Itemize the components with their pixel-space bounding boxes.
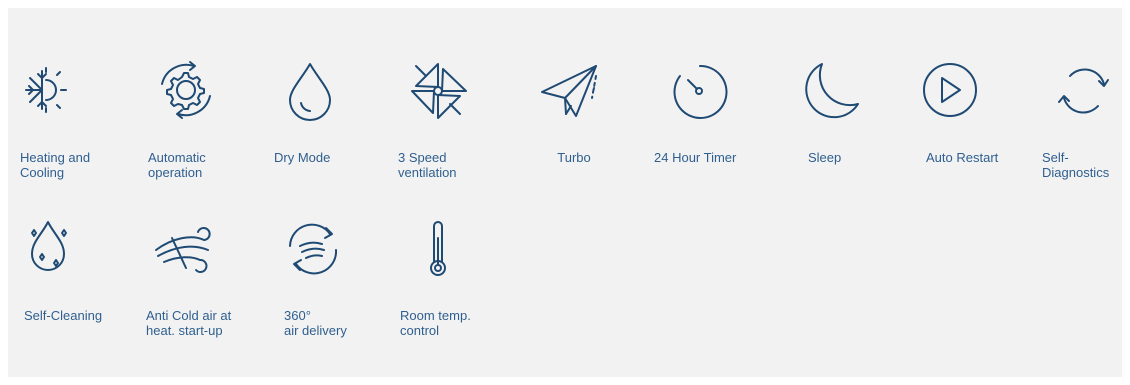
- air-delivery-360-icon: [260, 216, 380, 286]
- auto-restart-icon: [892, 58, 1012, 128]
- heating-cooling-icon: [12, 58, 132, 128]
- automatic-operation-icon: [138, 58, 258, 128]
- feature-label: Turbo: [557, 150, 591, 165]
- feature-label: Sleep: [808, 150, 842, 165]
- features-panel: Heating and Cooling Automatic operation …: [8, 8, 1122, 377]
- feature-label: Automatic operation: [148, 150, 206, 180]
- feature-label: Self-Cleaning: [24, 308, 103, 323]
- thermometer-icon: [386, 216, 506, 286]
- three-speed-ventilation-icon: [386, 58, 506, 128]
- turbo-icon: [510, 58, 630, 128]
- timer-icon: [640, 58, 760, 128]
- feature-label: Dry Mode: [274, 150, 331, 165]
- feature-label: Auto Restart: [926, 150, 999, 165]
- feature-label: Heating and Cooling: [20, 150, 91, 180]
- feature-label: Room temp. control: [400, 308, 471, 338]
- self-cleaning-icon: [12, 216, 132, 286]
- self-diagnostics-icon: [1018, 58, 1130, 128]
- feature-label: 360° air delivery: [284, 308, 347, 338]
- feature-label: Self- Diagnostics: [1042, 150, 1110, 180]
- feature-label: 24 Hour Timer: [654, 150, 737, 165]
- sleep-icon: [766, 58, 886, 128]
- dry-mode-icon: [260, 58, 380, 128]
- anti-cold-air-icon: [138, 216, 258, 286]
- feature-label: Anti Cold air at heat. start-up: [146, 308, 232, 338]
- feature-label: 3 Speed ventilation: [398, 150, 457, 180]
